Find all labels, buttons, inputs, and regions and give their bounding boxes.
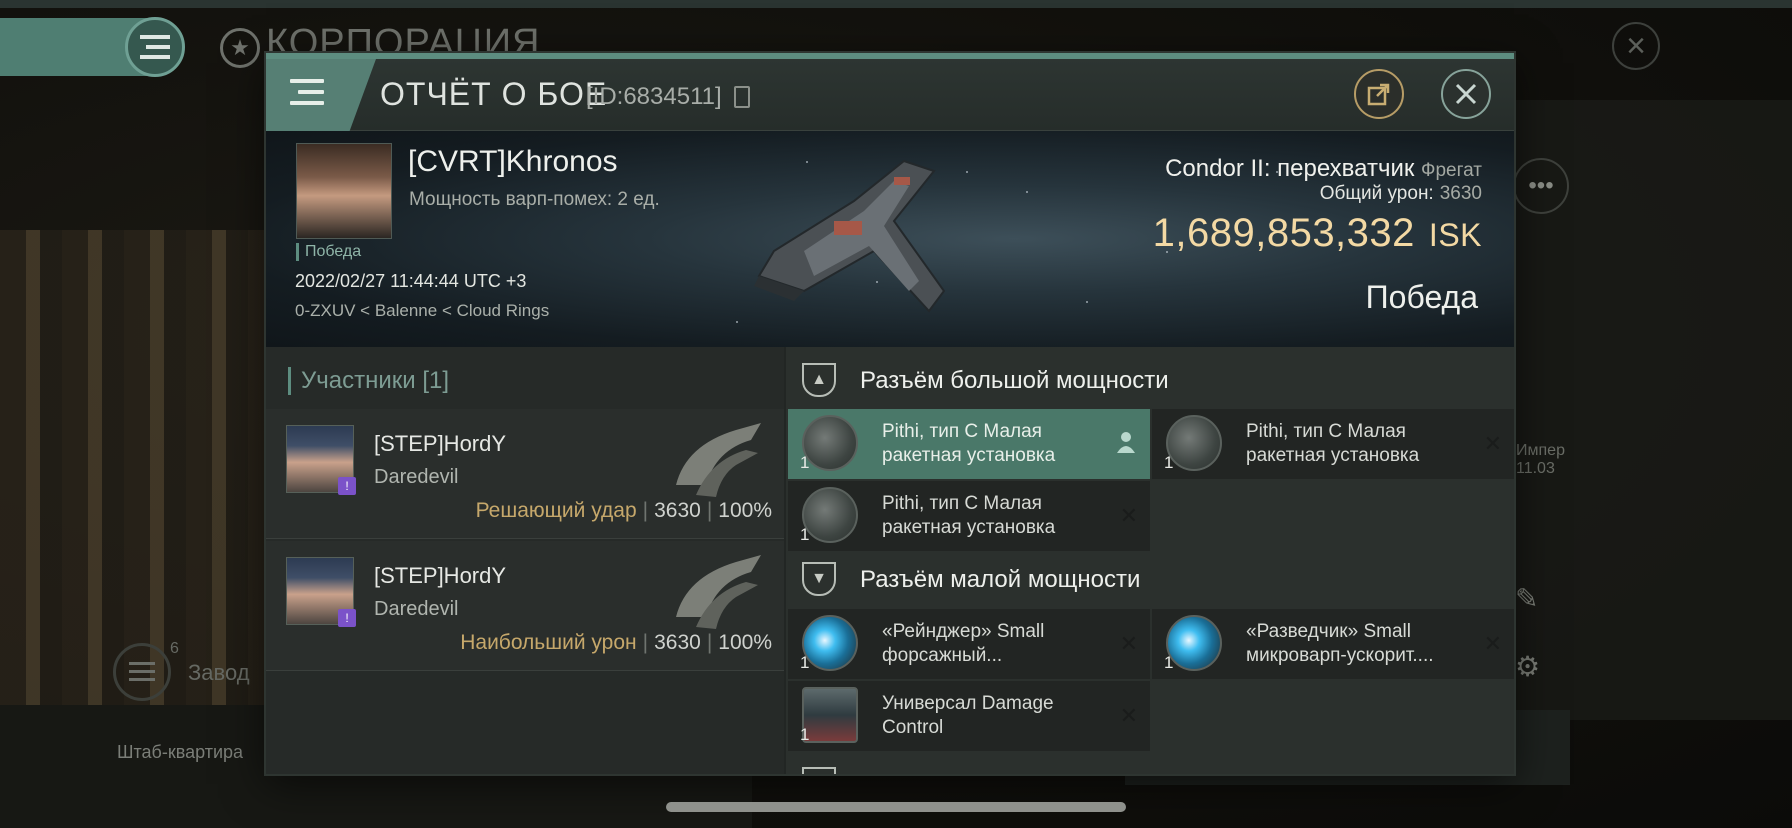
destroyed-x-icon: ✕ <box>1119 503 1138 528</box>
background-side-text: Импер 11.03 <box>1516 442 1565 477</box>
ship-name[interactable]: Condor II: перехватчик Фрегат <box>1165 155 1482 183</box>
participant-row[interactable]: ! [STEP]HordY Daredevil Наибольший урон |… <box>266 541 784 671</box>
participant-stats: Наибольший урон | 3630 | 100% <box>460 631 772 654</box>
filter-icon[interactable]: ⚙ <box>1515 650 1549 684</box>
damage-control-icon <box>802 687 858 743</box>
missile-launcher-icon <box>802 415 858 471</box>
module-name: Pithi, тип С Малая ракетная установка <box>882 493 1056 538</box>
high-slot-title: Разъём большой мощности <box>860 367 1169 394</box>
pilot-portrait[interactable] <box>296 143 392 239</box>
participant-ship-image <box>676 423 761 497</box>
report-id: [ID:6834511] <box>586 83 722 110</box>
factory-label: Завод <box>188 660 250 685</box>
participant-stats: Решающий удар | 3630 | 100% <box>475 499 772 522</box>
close-icon <box>1455 83 1477 105</box>
missile-launcher-icon <box>802 487 858 543</box>
rank-badge: ! <box>338 477 356 495</box>
menu-icon <box>140 35 170 59</box>
share-icon <box>1367 83 1390 106</box>
destroyed-x-icon: ✕ <box>1483 631 1502 656</box>
background-close-icon[interactable]: × <box>1612 22 1660 70</box>
destroyed-x-icon: ✕ <box>1483 431 1502 456</box>
battle-report-modal: ОТЧЁТ О БОЕ [ID:6834511] [CVRT]Khronos М… <box>266 53 1514 774</box>
edit-icon[interactable]: ✎ <box>1515 582 1549 616</box>
low-slot-icon: ▼ <box>802 562 836 596</box>
modal-title: ОТЧЁТ О БОЕ <box>380 76 608 112</box>
low-slot-header: ▼ Разъём малой мощности <box>802 556 1502 606</box>
battle-date: 2022/02/27 11:44:44 UTC +3 <box>295 271 527 291</box>
battle-location[interactable]: 0-ZXUV < Balenne < Cloud Rings <box>295 301 549 321</box>
participant-name: [STEP]HordY <box>374 563 507 588</box>
copy-icon[interactable] <box>734 86 750 108</box>
close-button[interactable] <box>1441 69 1491 119</box>
participant-ship: Daredevil <box>374 598 459 620</box>
background-top-bar <box>0 0 1792 8</box>
module-name: Универсал Damage Control <box>882 693 1054 738</box>
report-menu-button[interactable] <box>266 59 376 131</box>
ship-image <box>754 159 946 313</box>
participant-ship: Daredevil <box>374 466 459 488</box>
rank-badge: ! <box>338 609 356 627</box>
background-cargo-container <box>0 230 300 710</box>
share-button[interactable] <box>1354 69 1404 119</box>
high-slot-header: ▲ Разъём большой мощности <box>802 357 1502 407</box>
isk-value: 1,689,853,332 ISK <box>1152 211 1482 255</box>
module-item[interactable]: 1 Универсал Damage Control ✕ <box>788 681 1150 751</box>
participants-panel: Участники [1] ! [STEP]HordY Daredevil Ре… <box>266 347 784 774</box>
missile-launcher-icon <box>1166 415 1222 471</box>
destroyed-x-icon: ✕ <box>1119 631 1138 656</box>
status-tag: Победа <box>296 243 361 261</box>
high-slot-icon: ▲ <box>802 363 836 397</box>
hq-label: Штаб-квартира <box>117 742 244 762</box>
participants-header: Участники [1] <box>288 367 449 395</box>
module-item[interactable]: 1 «Рейнджер» Small форсажный... ✕ <box>788 609 1150 679</box>
background-menu-button[interactable] <box>125 17 185 77</box>
menu-icon <box>290 79 326 109</box>
list-icon <box>129 662 155 681</box>
pilot-name[interactable]: [CVRT]Khronos <box>408 145 618 179</box>
module-item[interactable]: 1 Pithi, тип С Малая ракетная установка … <box>1152 409 1514 479</box>
person-icon <box>1117 432 1135 453</box>
participant-name: [STEP]HordY <box>374 431 507 456</box>
module-name: «Разведчик» Small микроварп-ускорит.... <box>1246 621 1434 666</box>
participant-ship-image <box>676 555 761 629</box>
battle-result: Победа <box>1365 279 1478 315</box>
module-name: Pithi, тип С Малая ракетная установка <box>1246 421 1420 466</box>
victim-banner: [CVRT]Khronos Мощность варп-помех: 2 ед.… <box>266 131 1514 347</box>
factory-count: 6 <box>170 640 179 657</box>
more-options-icon[interactable]: ••• <box>1513 158 1569 214</box>
low-slot-title: Разъём малой мощности <box>860 566 1141 593</box>
module-item[interactable]: 1 «Разведчик» Small микроварп-ускорит...… <box>1152 609 1514 679</box>
ship-class: Фрегат <box>1421 160 1482 181</box>
module-item[interactable]: 1 Pithi, тип С Малая ракетная установка <box>788 409 1150 479</box>
module-name: Pithi, тип С Малая ракетная установка <box>882 421 1056 466</box>
microwarpdrive-icon <box>1166 615 1222 671</box>
home-indicator[interactable] <box>666 802 1126 812</box>
modal-header: ОТЧЁТ О БОЕ [ID:6834511] <box>266 59 1514 131</box>
destroyed-x-icon: ✕ <box>1119 703 1138 728</box>
afterburner-icon <box>802 615 858 671</box>
module-name: «Рейнджер» Small форсажный... <box>882 621 1045 666</box>
next-slot-header <box>802 761 1502 774</box>
slot-icon <box>802 767 836 774</box>
module-item[interactable]: 1 Pithi, тип С Малая ракетная установка … <box>788 481 1150 551</box>
participant-row[interactable]: ! [STEP]HordY Daredevil Решающий удар | 36… <box>266 409 784 539</box>
fittings-panel: ▲ Разъём большой мощности 1 Pithi, тип С… <box>786 347 1514 774</box>
factory-button[interactable] <box>113 643 171 701</box>
total-damage: Общий урон: 3630 <box>1319 183 1482 204</box>
warp-strength: Мощность варп-помех: 2 ед. <box>409 189 660 210</box>
